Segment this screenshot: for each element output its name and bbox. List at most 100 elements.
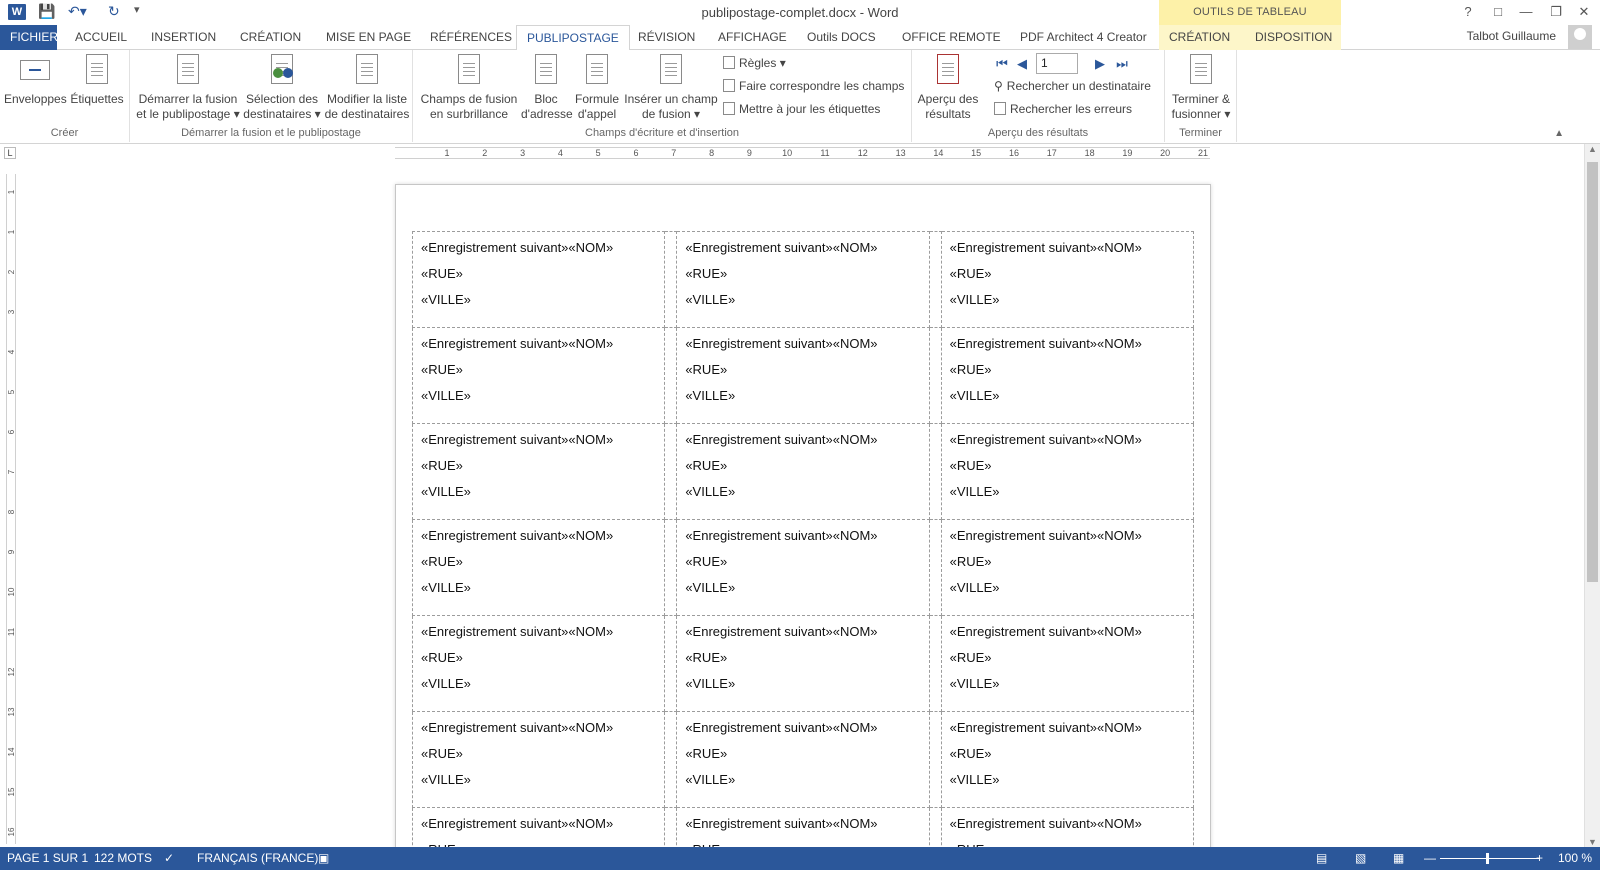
- mettre-a-jour-button[interactable]: Mettre à jour les étiquettes: [723, 100, 880, 118]
- avatar[interactable]: [1568, 25, 1592, 49]
- label-cell[interactable]: «Enregistrement suivant»«NOM» «RUE» «VILLE…: [411, 711, 666, 808]
- label-cell[interactable]: «Enregistrement suivant»«NOM» «RUE» «VILLE…: [940, 423, 1195, 520]
- restore-button[interactable]: ❐: [1542, 2, 1570, 22]
- horizontal-ruler[interactable]: 1 2 3 4 5 6 7 8 9 10 11 12 13 14 15 16 17 18 19 20 21: [395, 147, 1210, 159]
- proofing-icon[interactable]: ✓: [164, 851, 174, 865]
- merge-field-line3: «VILLE»: [949, 388, 1000, 403]
- label-cell[interactable]: «Enregistrement suivant»«NOM» «RUE» «VILLE…: [940, 615, 1195, 712]
- tab-office-remote[interactable]: OFFICE REMOTE: [892, 25, 1011, 50]
- regles-button[interactable]: Règles ▾: [723, 54, 786, 72]
- demarrer-fusion-button[interactable]: Démarrer la fusion et le publipostage ▾: [136, 54, 240, 122]
- terminer-fusionner-button[interactable]: Terminer & fusionner ▾: [1167, 54, 1235, 122]
- tab-fichier[interactable]: FICHIER: [0, 25, 58, 50]
- document-page[interactable]: «Enregistrement suivant»«NOM» «RUE» «VILLE…: [395, 184, 1211, 864]
- tab-affichage[interactable]: AFFICHAGE: [708, 25, 797, 50]
- merge-field-line3: «VILLE»: [685, 580, 736, 595]
- page-count[interactable]: PAGE 1 SUR 1: [7, 851, 88, 865]
- label-cell[interactable]: «Enregistrement suivant»«NOM» «RUE» «VILLE…: [676, 423, 930, 520]
- scroll-up-icon[interactable]: ▲: [1585, 144, 1600, 154]
- formule-appel-button[interactable]: Formule d'appel: [571, 54, 623, 122]
- label-cell[interactable]: «Enregistrement suivant»«NOM» «RUE» «VILLE…: [411, 615, 666, 712]
- ruler-tick: 10: [782, 148, 793, 158]
- merge-field-line3: «VILLE»: [421, 580, 471, 595]
- faire-correspondre-button[interactable]: Faire correspondre les champs: [723, 77, 904, 95]
- tab-table-disposition[interactable]: DISPOSITION: [1245, 25, 1341, 50]
- tab-pdf-architect[interactable]: PDF Architect 4 Creator: [1010, 25, 1157, 50]
- ruler-tick: 20: [1160, 148, 1171, 158]
- tab-mise-en-page[interactable]: MISE EN PAGE: [316, 25, 421, 50]
- bloc-adresse-button[interactable]: Bloc d'adresse: [521, 54, 573, 122]
- check-errors-icon: [994, 102, 1006, 115]
- label-cell[interactable]: «Enregistrement suivant»«NOM» «RUE» «VILLE…: [411, 519, 666, 616]
- next-record-icon[interactable]: ▶: [1092, 56, 1108, 72]
- label-cell[interactable]: «Enregistrement suivant»«NOM» «RUE» «VILLE…: [940, 231, 1195, 328]
- close-button[interactable]: ✕: [1570, 2, 1598, 22]
- rechercher-erreurs-button[interactable]: Rechercher les erreurs: [994, 100, 1132, 118]
- tab-selector-icon[interactable]: L: [4, 147, 16, 159]
- inserer-champ-button[interactable]: Insérer un champ de fusion ▾: [623, 54, 719, 122]
- modifier-liste-button[interactable]: Modifier la liste de destinataires: [324, 54, 410, 122]
- print-layout-icon[interactable]: ▧: [1355, 851, 1366, 865]
- match-fields-icon: [723, 79, 735, 92]
- word-count[interactable]: 122 MOTS: [94, 851, 152, 865]
- tab-insertion[interactable]: INSERTION: [141, 25, 226, 50]
- record-number-input[interactable]: 1: [1036, 53, 1078, 74]
- merge-field-line2: «RUE»: [421, 266, 463, 281]
- zoom-out-icon[interactable]: —: [1424, 851, 1436, 865]
- label-cell[interactable]: «Enregistrement suivant»«NOM» «RUE» «VILLE…: [676, 615, 930, 712]
- ribbon-display-options-icon[interactable]: □: [1484, 2, 1512, 22]
- document-area: L 1 2 3 4 5 6 7 8 9 10 11 12 13 14 15 16 17 18 19 20 21 1123…: [0, 144, 1584, 864]
- etiquettes-button[interactable]: Étiquettes: [66, 54, 128, 107]
- read-mode-icon[interactable]: ▤: [1316, 851, 1327, 865]
- label-cell[interactable]: «Enregistrement suivant»«NOM» «RUE» «VILLE…: [411, 327, 666, 424]
- zoom-slider-thumb[interactable]: [1486, 853, 1489, 864]
- label-cell[interactable]: «Enregistrement suivant»«NOM» «RUE» «VILLE…: [676, 711, 930, 808]
- apercu-resultats-button[interactable]: Aperçu des résultats: [916, 54, 980, 122]
- merge-field-line2: «RUE»: [421, 746, 463, 761]
- tab-table-creation[interactable]: CRÉATION: [1159, 25, 1245, 50]
- user-name[interactable]: Talbot Guillaume: [1467, 29, 1556, 43]
- zoom-slider[interactable]: [1440, 858, 1540, 859]
- champs-surbrillance-button[interactable]: Champs de fusion en surbrillance: [417, 54, 521, 122]
- zoom-level[interactable]: 100 %: [1558, 851, 1592, 865]
- last-record-icon[interactable]: ⏭: [1114, 56, 1130, 72]
- label-cell[interactable]: «Enregistrement suivant»«NOM» «RUE» «VILLE…: [411, 423, 666, 520]
- tab-revision[interactable]: RÉVISION: [628, 25, 705, 50]
- rechercher-destinataire-button[interactable]: ⚲ Rechercher un destinataire: [994, 77, 1151, 95]
- scrollbar-thumb[interactable]: [1587, 162, 1598, 582]
- label-cell[interactable]: «Enregistrement suivant»«NOM» «RUE» «VILLE…: [940, 327, 1195, 424]
- merge-field-line3: «VILLE»: [421, 772, 471, 787]
- language[interactable]: FRANÇAIS (FRANCE): [197, 851, 318, 865]
- selection-destinataires-button[interactable]: Sélection des destinataires ▾: [240, 54, 324, 122]
- label-cell[interactable]: «Enregistrement suivant»«NOM» «RUE» «VILLE…: [940, 519, 1195, 616]
- tab-outils-docs[interactable]: Outils DOCS: [797, 25, 886, 50]
- collapse-ribbon-icon[interactable]: ▲: [1554, 128, 1564, 139]
- macro-icon[interactable]: ▣: [318, 851, 329, 865]
- web-layout-icon[interactable]: ▦: [1393, 851, 1404, 865]
- scroll-down-icon[interactable]: ▼: [1585, 837, 1600, 847]
- help-button[interactable]: ?: [1454, 2, 1482, 22]
- vertical-scrollbar[interactable]: ▲ ▼: [1584, 144, 1600, 847]
- merge-field-line3: «VILLE»: [685, 772, 736, 787]
- tab-references[interactable]: RÉFÉRENCES: [420, 25, 522, 50]
- tab-publipostage[interactable]: PUBLIPOSTAGE: [516, 25, 630, 51]
- ruler-tick: 7: [671, 148, 677, 158]
- first-record-icon[interactable]: ⏮: [994, 56, 1010, 72]
- label-cell[interactable]: «Enregistrement suivant»«NOM» «RUE» «VILLE…: [940, 711, 1195, 808]
- vertical-ruler[interactable]: 1 1 2 3 4 5 6 7 8 9 10 11 12 13 14 15 16: [6, 174, 16, 844]
- label-cell[interactable]: «Enregistrement suivant»«NOM» «RUE» «VILLE…: [676, 327, 930, 424]
- zoom-in-icon[interactable]: +: [1536, 851, 1543, 865]
- label-cell[interactable]: «Enregistrement suivant»«NOM» «RUE» «VILLE…: [676, 231, 930, 328]
- merge-field-line2: «RUE»: [949, 362, 992, 377]
- enveloppes-label: Enveloppes: [4, 92, 67, 106]
- tab-creation[interactable]: CRÉATION: [230, 25, 311, 50]
- previous-record-icon[interactable]: ◀: [1014, 56, 1030, 72]
- ruler-tick: 1: [7, 189, 16, 195]
- minimize-button[interactable]: —: [1512, 2, 1540, 22]
- label-cell[interactable]: «Enregistrement suivant»«NOM» «RUE» «VILLE…: [411, 231, 666, 328]
- label-cell[interactable]: «Enregistrement suivant»«NOM» «RUE» «VILLE…: [676, 519, 930, 616]
- tab-accueil[interactable]: ACCUEIL: [65, 25, 137, 50]
- labels-table: «Enregistrement suivant»«NOM» «RUE» «VILLE…: [411, 231, 1195, 863]
- enveloppes-button[interactable]: Enveloppes: [4, 54, 67, 107]
- surbrillance-label-2: en surbrillance: [429, 107, 509, 121]
